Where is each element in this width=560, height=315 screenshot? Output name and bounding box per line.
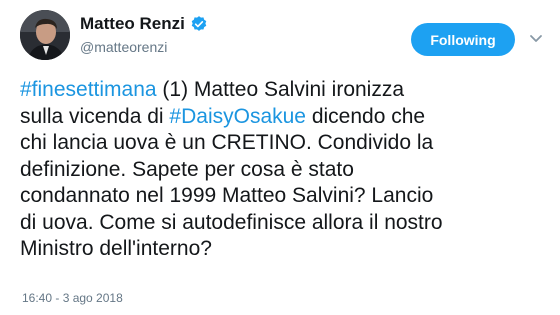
tweet-timestamp[interactable]: 16:40 - 3 ago 2018 bbox=[22, 291, 123, 305]
author-name[interactable]: Matteo Renzi bbox=[80, 14, 208, 34]
tweet-text-segment: Ministro dell'interno? bbox=[20, 237, 212, 260]
tweet-text: #finesettimana (1) Matteo Salvini ironiz… bbox=[20, 77, 550, 263]
tweet-text-segment: chi lancia uova è un CRETINO. Condivido … bbox=[20, 131, 434, 154]
hashtag-link[interactable]: #finesettimana bbox=[20, 78, 157, 101]
tweet-text-segment: di uova. Come si autodefinisce allora il… bbox=[20, 210, 443, 234]
tweet-text-line: condannato nel 1999 Matteo Salvini? Lanc… bbox=[20, 183, 550, 210]
tweet-text-line: sulla vicenda di #DaisyOsakue dicendo ch… bbox=[20, 104, 550, 131]
verified-badge-icon bbox=[191, 16, 207, 31]
tweet-text-line: di uova. Come si autodefinisce allora il… bbox=[20, 210, 550, 237]
tweet-text-line: #finesettimana (1) Matteo Salvini ironiz… bbox=[20, 77, 550, 104]
chevron-down-icon[interactable] bbox=[528, 30, 544, 46]
avatar[interactable] bbox=[20, 10, 70, 60]
author-handle[interactable]: @matteorenzi bbox=[80, 39, 167, 55]
tweet-text-segment: definizione. Sapete per cosa è stato bbox=[20, 157, 354, 181]
tweet-text-line: chi lancia uova è un CRETINO. Condivido … bbox=[20, 130, 550, 157]
tweet-card: Matteo Renzi @matteorenzi Following #fin… bbox=[0, 0, 560, 315]
tweet-text-line: definizione. Sapete per cosa è stato bbox=[20, 157, 550, 184]
hashtag-link[interactable]: #DaisyOsakue bbox=[169, 105, 306, 128]
tweet-text-segment: condannato nel 1999 Matteo Salvini? Lanc… bbox=[20, 184, 434, 207]
tweet-text-line: Ministro dell'interno? bbox=[20, 236, 550, 263]
following-button[interactable]: Following bbox=[411, 23, 515, 56]
tweet-text-segment: (1) Matteo Salvini ironizza bbox=[156, 78, 405, 101]
author-name-text[interactable]: Matteo Renzi bbox=[80, 14, 185, 34]
tweet-text-segment: sulla vicenda di bbox=[20, 104, 170, 128]
tweet-text-segment: dicendo che bbox=[305, 104, 426, 128]
